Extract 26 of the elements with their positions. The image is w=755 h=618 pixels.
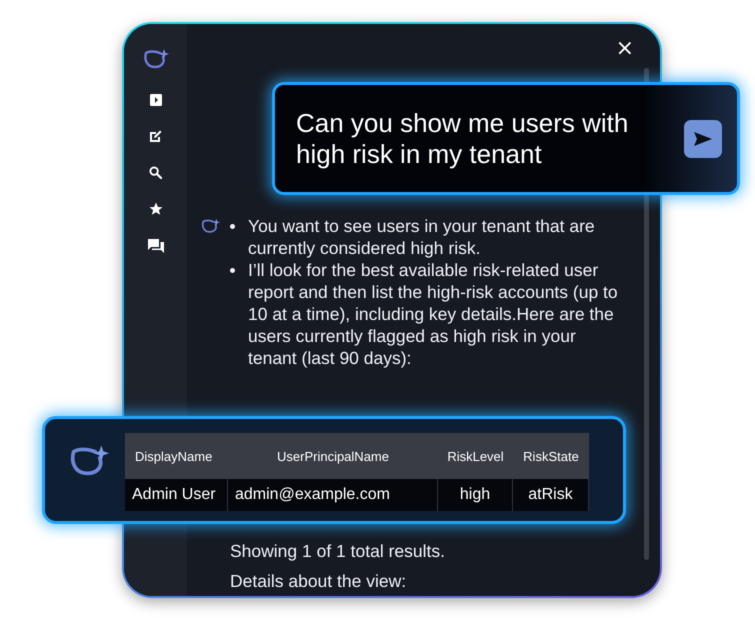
table-cell: admin@example.com bbox=[228, 479, 438, 511]
result-text: Details about the view: bbox=[229, 570, 408, 593]
close-button[interactable]: × bbox=[616, 38, 634, 60]
send-icon bbox=[693, 130, 713, 146]
column-header: RiskState bbox=[522, 448, 580, 464]
column-header: RiskLevel bbox=[446, 448, 505, 464]
prompt-text: Can you show me users with high risk in my tenant bbox=[296, 108, 630, 170]
edit-icon[interactable] bbox=[148, 129, 162, 143]
column-header: DisplayName bbox=[134, 448, 214, 464]
response-text: I’ll look for the best available risk-related user report and then list the high-risk accounts (up to 10 at a time), including key details.Here are the users currently flagged as high risk in your tenant (last 90 days): bbox=[248, 259, 619, 369]
logo-icon bbox=[69, 444, 109, 478]
send-button[interactable] bbox=[684, 120, 722, 158]
search-icon[interactable] bbox=[149, 166, 162, 179]
table-cell: atRisk bbox=[513, 479, 589, 511]
sidebar-toggle-icon[interactable] bbox=[150, 94, 162, 106]
bullet-icon bbox=[230, 224, 235, 229]
response-text: You want to see users in your tenant that are currently considered high risk. bbox=[248, 215, 596, 259]
logo-icon bbox=[142, 48, 168, 70]
bullet-icon bbox=[230, 268, 235, 273]
result-text: Showing 1 of 1 total results. bbox=[229, 540, 446, 563]
table-cell: Admin User bbox=[125, 479, 228, 511]
chat-icon[interactable] bbox=[148, 239, 164, 253]
column-header: UserPrincipalName bbox=[276, 448, 390, 464]
assistant-icon bbox=[201, 218, 220, 234]
star-icon[interactable] bbox=[148, 202, 162, 216]
table-cell: high bbox=[438, 479, 513, 511]
